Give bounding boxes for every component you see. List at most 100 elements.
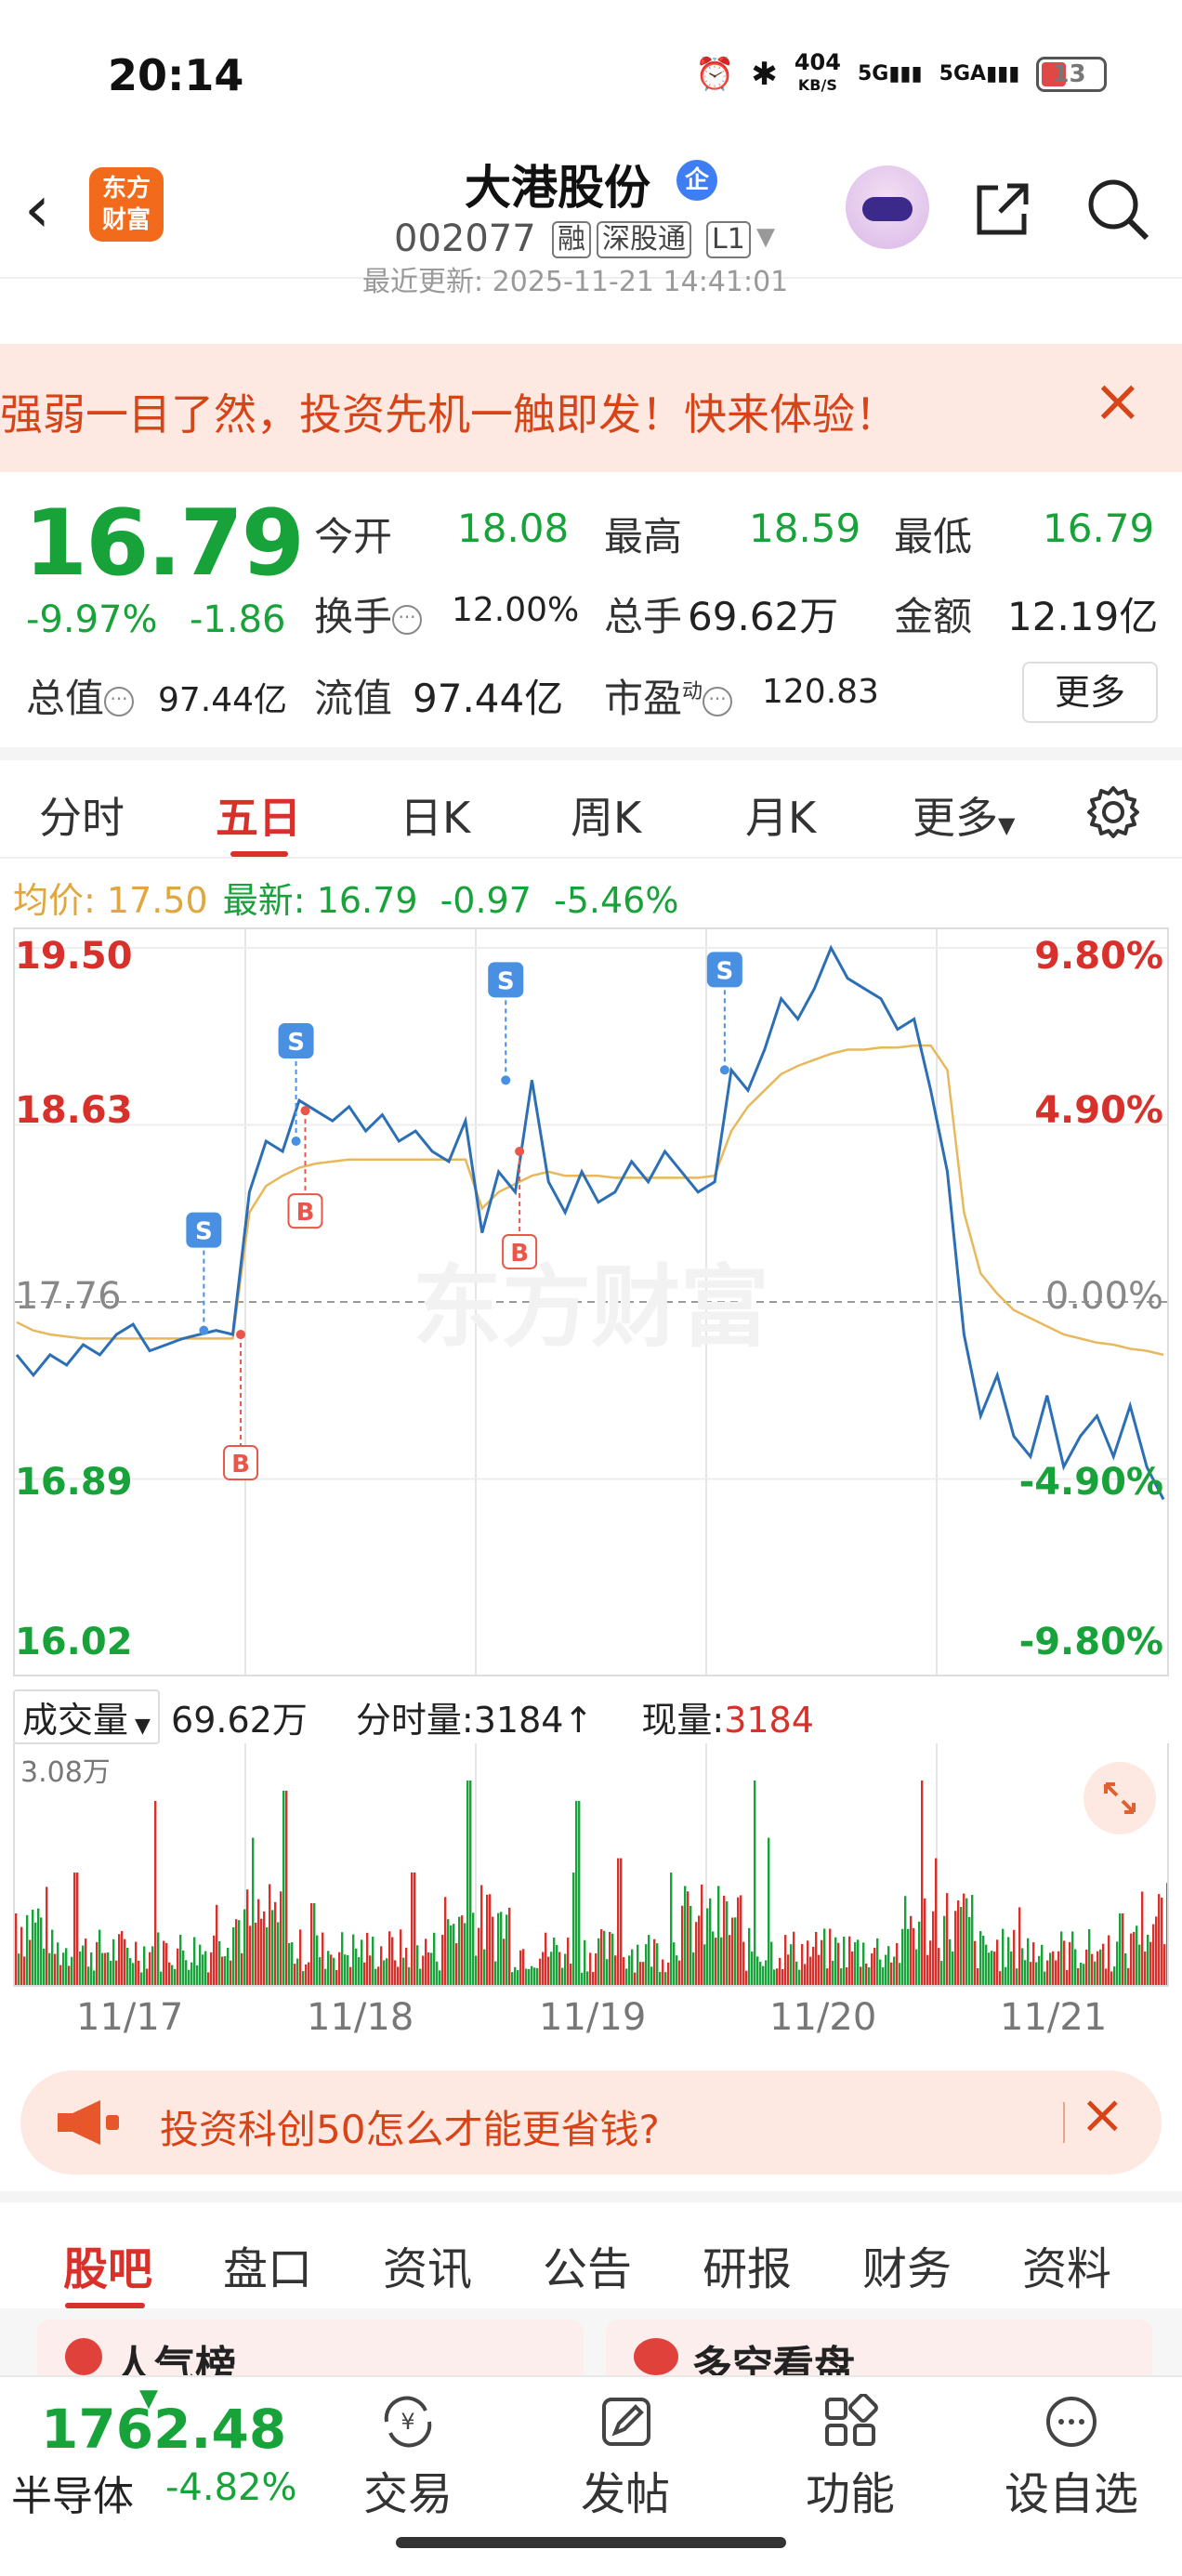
expand-icon[interactable] [1084,1762,1156,1834]
volume-bar [715,1938,717,1985]
volume-bar [397,1966,400,1985]
volume-bar [770,1941,773,1985]
volume-canvas [15,1743,1169,1985]
tab-financials[interactable]: 财务 [862,2232,952,2297]
tab-announcements[interactable]: 公告 [543,2232,632,2297]
volume-bar [690,1905,692,1985]
current-price: 16.79 [24,491,305,597]
float-label: 流值 [314,676,393,721]
tab-news[interactable]: 资讯 [383,2232,472,2297]
bull-bear-card[interactable]: 多空看盘 [606,2320,1152,2377]
chevron-down-icon[interactable]: ▼ [756,223,775,251]
settings-gear-icon[interactable] [1084,782,1143,842]
popularity-card[interactable]: 人气榜 [37,2320,584,2377]
tab-monthly-k[interactable]: 月K [745,784,816,846]
volume-chart[interactable]: 3.08万 [13,1743,1169,1987]
volume-bar [171,1965,174,1985]
volume-bar [160,1971,163,1985]
volume-bar [79,1952,82,1985]
volume-bar [1013,1929,1016,1985]
volume-bar [522,1949,525,1985]
volume-bar [54,1953,57,1985]
nav-trade[interactable]: ¥ 交易 [338,2394,478,2522]
volume-bar [497,1912,500,1985]
volume-bar [135,1941,138,1985]
volume-bar [1149,1941,1152,1985]
volume-bar [519,1950,522,1985]
date-label-3: 11/20 [769,1996,877,2039]
tab-order-book[interactable]: 盘口 [223,2232,312,2297]
volume-bar [316,1935,319,1985]
volume-bar [85,1939,87,1985]
tab-research[interactable]: 研报 [703,2232,792,2297]
volume-bar [1052,1951,1055,1985]
svg-text:S: S [497,967,515,995]
volume-bar [801,1943,804,1985]
five-day-chart[interactable]: 东方财富 S B S B S B S 19.50 18.63 17.76 16.89 16.… [13,927,1169,1676]
low-value: 16.79 [1043,506,1155,551]
volume-bar [837,1942,840,1985]
close-icon[interactable]: × [1080,2087,1125,2141]
volume-bar [210,1952,213,1985]
nav-add-watchlist[interactable]: 设自选 [1002,2394,1141,2522]
volume-bar [664,1972,667,1985]
volume-bar [110,1961,112,1985]
volume-bar [1152,1924,1155,1985]
promo-banner[interactable]: 强弱一目了然，投资先机一触即发！快来体验！ × [0,344,1182,472]
volume-bar [352,1934,355,1985]
close-icon[interactable]: × [1093,372,1143,431]
quote-panel: 16.79 -9.97% -1.86 今开 18.08 最高 18.59 最低 … [0,472,1182,742]
volume-bar [703,1944,706,1985]
volume-bar [338,1952,341,1985]
volume-bar [1007,1937,1010,1985]
volume-bar [960,1907,963,1985]
home-indicator[interactable] [396,2537,786,2548]
back-arrow-icon[interactable]: ‹ [24,177,50,242]
volume-bar [112,1939,115,1985]
share-icon[interactable] [970,177,1035,242]
volume-bar [701,1884,703,1985]
tab-weekly-k[interactable]: 周K [571,784,641,846]
volume-bar [561,1967,564,1985]
volume-bar [982,1935,985,1985]
eastmoney-logo[interactable]: 东方 财富 [89,167,164,242]
volume-bar [1094,1961,1097,1985]
tab-daily-k[interactable]: 日K [400,784,470,846]
volume-bar [1010,1952,1013,1985]
ai-assistant-avatar[interactable] [846,165,929,249]
volume-bar [807,1940,809,1985]
volume-bar [1158,1894,1161,1985]
tab-five-day[interactable]: 五日 [216,784,301,846]
tab-forum[interactable]: 股吧 [63,2232,152,2297]
volume-bar [829,1928,832,1985]
nav-post[interactable]: 发帖 [556,2394,695,2522]
volume-bar [910,1915,913,1985]
volume-bar [291,1942,294,1985]
volume-bar [952,1952,954,1985]
search-icon[interactable] [1082,173,1152,243]
volume-indicator-select[interactable]: 成交量 ▼ [13,1689,160,1744]
volume-bar [589,1952,592,1985]
level-tag[interactable]: L1 [706,221,751,258]
volume-bar [65,1948,68,1985]
more-quote-button[interactable]: 更多 [1022,662,1158,723]
volume-bar [768,1837,770,1985]
tab-intraday[interactable]: 分时 [39,784,125,846]
mcap-value: 97.44亿 [158,681,288,719]
tab-more[interactable]: 更多▼ [913,784,1015,846]
volume-bar [416,1945,419,1985]
nav-functions[interactable]: 功能 [781,2394,920,2522]
banner-text: 强弱一目了然，投资先机一触即发！快来体验！ [0,389,898,440]
volume-bar [539,1958,542,1985]
volume-bar [469,1781,472,1985]
volume-bar [402,1957,405,1985]
tab-profile[interactable]: 资料 [1022,2232,1111,2297]
ad-banner[interactable]: 投资科创50怎么才能更省钱? × [20,2070,1162,2175]
volume-bar [687,1891,690,1985]
content-tabs: 股吧 盘口 资讯 公告 研报 财务 资料 [0,2191,1182,2308]
volume-bar [221,1956,224,1985]
enterprise-badge-icon[interactable]: 企 [676,160,717,201]
volume-bar [238,1920,241,1985]
volume-bar [918,1921,921,1985]
volume-bar [126,1947,129,1985]
